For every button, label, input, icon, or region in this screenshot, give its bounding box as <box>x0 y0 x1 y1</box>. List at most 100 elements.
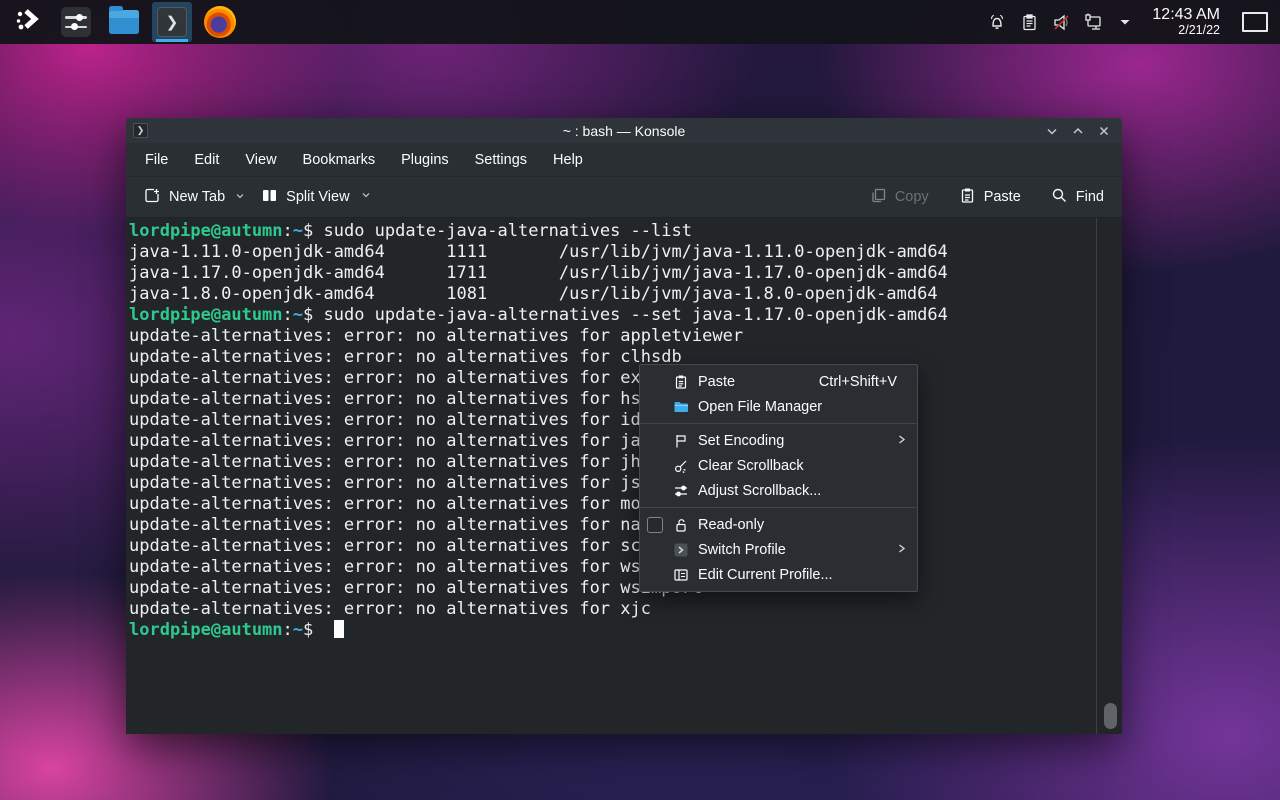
terminal-prompt-line: lordpipe@autumn:~$ sudo update-java-alte… <box>129 221 1092 242</box>
profile-form-icon <box>673 567 689 583</box>
menu-item-open-file-manager[interactable]: Open File Manager <box>640 394 917 419</box>
clipboard-icon <box>673 374 689 390</box>
taskbar-firefox[interactable] <box>200 2 240 42</box>
terminal-output-line: java-1.11.0-openjdk-amd64 1111 /usr/lib/… <box>129 242 1092 263</box>
split-view-icon <box>261 187 278 208</box>
maximize-button[interactable] <box>1070 123 1086 139</box>
display-tray-button[interactable] <box>1080 9 1106 35</box>
menu-settings[interactable]: Settings <box>462 147 540 173</box>
digital-clock[interactable]: 12:43 AM 2/21/22 <box>1144 6 1228 37</box>
taskbar-konsole[interactable]: ❯ <box>152 2 192 42</box>
terminal-output-line: update-alternatives: error: no alternati… <box>129 389 1092 410</box>
terminal-output-line: java-1.17.0-openjdk-amd64 1711 /usr/lib/… <box>129 263 1092 284</box>
window-konsole-icon: ❯ <box>133 123 148 138</box>
menu-help[interactable]: Help <box>540 147 596 173</box>
file-manager-icon <box>109 10 139 34</box>
scrollbar-thumb[interactable] <box>1104 703 1117 729</box>
window-title: ~ : bash — Konsole <box>126 123 1122 139</box>
terminal-output-line: update-alternatives: error: no alternati… <box>129 431 1092 452</box>
prompt-user-host: lordpipe@autumn <box>129 221 283 241</box>
menu-plugins[interactable]: Plugins <box>388 147 462 173</box>
terminal-output: lordpipe@autumn:~$ sudo update-java-alte… <box>129 221 1092 641</box>
menu-edit[interactable]: Edit <box>181 147 232 173</box>
copy-button: Copy <box>862 181 937 214</box>
monitor-icon <box>1083 12 1104 33</box>
paste-button[interactable]: Paste <box>951 181 1029 214</box>
context-menu: PasteCtrl+Shift+V Open File Manager Set En… <box>639 364 918 592</box>
terminal-output-line: update-alternatives: error: no alternati… <box>129 326 1092 347</box>
terminal-output-line: update-alternatives: error: no alternati… <box>129 494 1092 515</box>
terminal-view[interactable]: lordpipe@autumn:~$ sudo update-java-alte… <box>126 218 1122 734</box>
bell-icon <box>987 12 1007 32</box>
chevron-down-icon <box>1117 14 1133 30</box>
app-launcher-icon <box>14 6 42 39</box>
find-button[interactable]: Find <box>1043 181 1112 214</box>
speaker-muted-icon <box>1051 12 1072 33</box>
clock-date: 2/21/22 <box>1152 24 1220 38</box>
clock-time: 12:43 AM <box>1152 6 1220 24</box>
lock-icon <box>673 517 689 533</box>
prompt-directory: ~ <box>293 221 303 241</box>
minimize-button[interactable] <box>1044 123 1060 139</box>
notifications-tray-button[interactable] <box>984 9 1010 35</box>
clipboard-icon <box>959 187 976 208</box>
audio-tray-button[interactable] <box>1048 9 1074 35</box>
sliders-icon <box>673 483 689 499</box>
titlebar[interactable]: ❯ ~ : bash — Konsole <box>126 118 1122 143</box>
close-button[interactable] <box>1096 123 1112 139</box>
prompt-command: $ sudo update-java-alternatives --set ja… <box>303 305 948 325</box>
taskbar-system-settings[interactable] <box>56 2 96 42</box>
menu-item-set-encoding[interactable]: Set Encoding <box>640 428 917 453</box>
prompt-directory: ~ <box>293 620 303 640</box>
system-settings-icon <box>61 7 91 37</box>
prompt-command: $ <box>303 620 323 640</box>
menu-item-clear-scrollback[interactable]: Clear Scrollback <box>640 453 917 478</box>
broom-icon <box>673 458 689 474</box>
prompt-directory: ~ <box>293 305 303 325</box>
tray-expander-button[interactable] <box>1112 9 1138 35</box>
copy-label: Copy <box>895 189 929 205</box>
taskbar-file-manager[interactable] <box>104 2 144 42</box>
new-tab-button[interactable]: New Tab <box>136 181 253 214</box>
clipboard-tray-button[interactable] <box>1016 9 1042 35</box>
prompt-user-host: lordpipe@autumn <box>129 305 283 325</box>
split-view-button[interactable]: Split View <box>253 181 379 214</box>
menu-item-label: Edit Current Profile... <box>698 567 909 583</box>
menu-item-paste[interactable]: PasteCtrl+Shift+V <box>640 369 917 394</box>
scrollbar[interactable] <box>1096 218 1122 734</box>
prompt-colon: : <box>283 305 293 325</box>
folder-icon <box>673 399 689 415</box>
clipboard-icon <box>1020 13 1039 32</box>
menu-item-label: Clear Scrollback <box>698 458 909 474</box>
prompt-command: $ sudo update-java-alternatives --list <box>303 221 692 241</box>
menu-item-adjust-scrollback[interactable]: Adjust Scrollback... <box>640 478 917 503</box>
menu-item-read-only[interactable]: Read-only <box>640 512 917 537</box>
read-only-checkbox[interactable] <box>647 517 673 533</box>
terminal-output-line: update-alternatives: error: no alternati… <box>129 473 1092 494</box>
menu-bar: FileEditViewBookmarksPluginsSettingsHelp <box>126 143 1122 177</box>
menu-view[interactable]: View <box>232 147 289 173</box>
chevron-down-icon <box>360 189 372 205</box>
app-launcher-button[interactable] <box>8 2 48 42</box>
prompt-colon: : <box>283 620 293 640</box>
split-view-label: Split View <box>286 189 349 205</box>
menu-item-label: Set Encoding <box>698 433 896 449</box>
paste-label: Paste <box>984 189 1021 205</box>
toolbar: New Tab Split View <box>126 177 1122 218</box>
konsole-icon: ❯ <box>157 7 187 37</box>
menu-file[interactable]: File <box>132 147 181 173</box>
menu-item-label: Open File Manager <box>698 399 909 415</box>
show-desktop-button[interactable] <box>1242 12 1268 32</box>
menu-bookmarks[interactable]: Bookmarks <box>290 147 389 173</box>
search-icon <box>1051 187 1068 208</box>
terminal-output-line: update-alternatives: error: no alternati… <box>129 557 1092 578</box>
menu-item-switch-profile[interactable]: Switch Profile <box>640 537 917 562</box>
terminal-output-line: update-alternatives: error: no alternati… <box>129 410 1092 431</box>
terminal-prompt-line: lordpipe@autumn:~$ <box>129 620 1092 641</box>
menu-item-shortcut: Ctrl+Shift+V <box>819 374 897 390</box>
menu-item-label: Read-only <box>698 517 909 533</box>
prompt-user-host: lordpipe@autumn <box>129 620 283 640</box>
menu-item-edit-current-profile[interactable]: Edit Current Profile... <box>640 562 917 587</box>
flag-icon <box>673 433 689 449</box>
prompt-colon: : <box>283 221 293 241</box>
